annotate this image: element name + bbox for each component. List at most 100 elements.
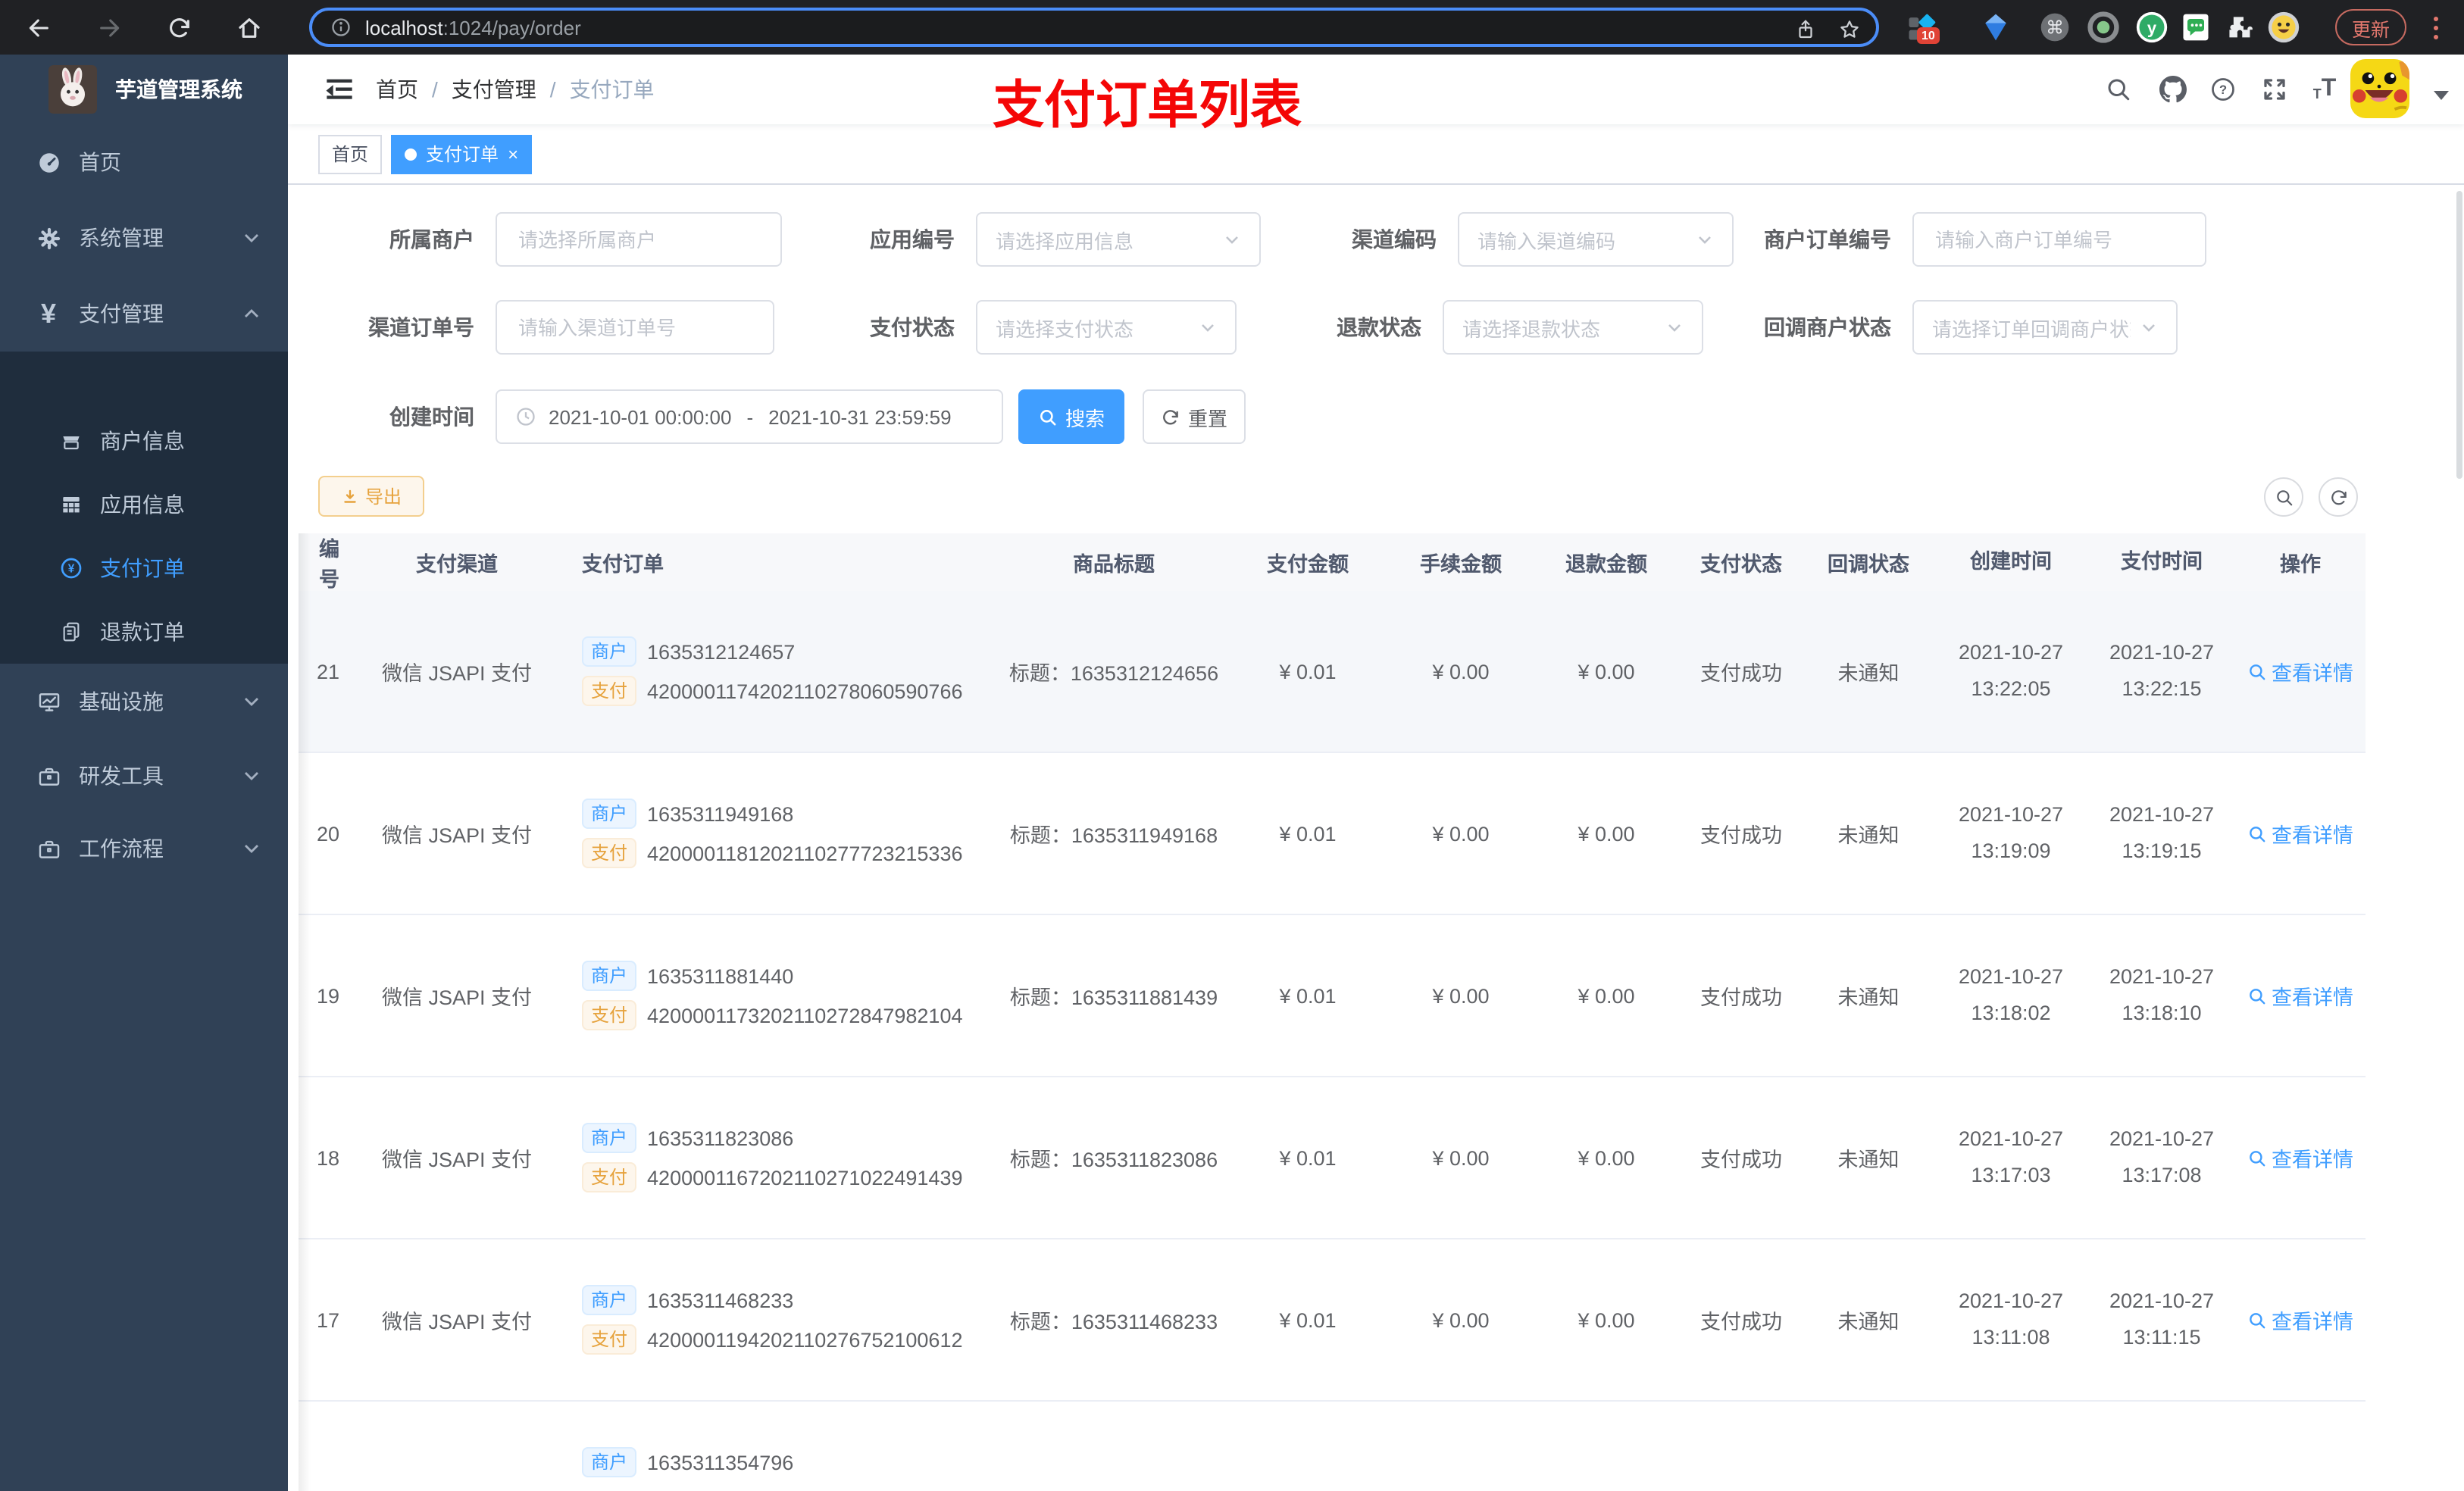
avatar-caret-icon[interactable] bbox=[2434, 91, 2449, 100]
user-avatar[interactable] bbox=[2350, 59, 2409, 118]
sidebar-item-pay-order[interactable]: ¥ 支付订单 bbox=[0, 536, 288, 600]
extension-tasks-icon[interactable]: 10 bbox=[1902, 8, 1941, 47]
toggle-search-button[interactable] bbox=[2264, 477, 2303, 517]
browser-back-icon[interactable] bbox=[20, 9, 56, 45]
browser-reload-icon[interactable] bbox=[161, 9, 197, 45]
extension-chat-icon[interactable] bbox=[2176, 8, 2215, 47]
share-icon[interactable] bbox=[1794, 17, 1817, 40]
site-info-icon[interactable] bbox=[330, 17, 352, 38]
cell-create-time: 2021-10-27 13:17:03 bbox=[1958, 1127, 2064, 1186]
sidebar-item-workflow[interactable]: 工作流程 bbox=[0, 812, 288, 885]
extension-badge: 10 bbox=[1917, 27, 1940, 44]
pay-status-select[interactable]: 请选择支付状态 bbox=[976, 300, 1237, 355]
extension-yudao-icon[interactable]: y bbox=[2132, 8, 2172, 47]
sidebar-item-home[interactable]: 首页 bbox=[0, 124, 288, 200]
cell-create-time: 2021-10-27 13:22:05 bbox=[1958, 640, 2064, 700]
page-scrollbar[interactable] bbox=[2456, 191, 2462, 479]
browser-extensions-puzzle-icon[interactable] bbox=[2220, 8, 2259, 47]
breadcrumb-payment[interactable]: 支付管理 bbox=[452, 74, 536, 105]
cell-pay-time: 2021-10-27 13:19:15 bbox=[2109, 802, 2215, 862]
cell-pay-status: 支付成功 bbox=[1700, 1149, 1782, 1171]
sidebar-logo[interactable]: 芋道管理系统 bbox=[0, 55, 288, 124]
sidebar-item-merchant-info[interactable]: 商户信息 bbox=[0, 409, 288, 473]
cell-action: 查看详情 bbox=[2235, 1305, 2366, 1335]
cell-order-numbers: 商户 1635311881440 支付 42000011732021102728… bbox=[568, 952, 1000, 1039]
search-button[interactable]: 搜索 bbox=[1018, 389, 1124, 444]
svg-text:⌘: ⌘ bbox=[2046, 17, 2064, 38]
cell-id: 17 bbox=[316, 1308, 339, 1331]
main-area: 首页 / 支付管理 / 支付订单 支付订单列表 ? T T 首页 支付订单 × … bbox=[288, 55, 2464, 1491]
search-icon bbox=[2250, 1150, 2265, 1166]
cell-pay-time: 2021-10-27 13:22:15 bbox=[2109, 640, 2215, 700]
sidebar-item-infrastructure[interactable]: 基础设施 bbox=[0, 664, 288, 739]
cell-notify-status: 未通知 bbox=[1837, 824, 1900, 847]
search-icon bbox=[2250, 1312, 2265, 1328]
merchant-tag: 商户 bbox=[582, 1123, 637, 1153]
bookmark-star-icon[interactable] bbox=[1838, 17, 1861, 40]
sidebar-item-dev-tools[interactable]: 研发工具 bbox=[0, 739, 288, 812]
breadcrumb-home[interactable]: 首页 bbox=[376, 74, 418, 105]
navbar: 首页 / 支付管理 / 支付订单 支付订单列表 ? T T bbox=[288, 55, 2464, 135]
cell-pay-status: 支付成功 bbox=[1700, 986, 1782, 1009]
export-button[interactable]: 导出 bbox=[318, 476, 424, 517]
chevron-down-icon bbox=[245, 772, 258, 780]
browser-update-button[interactable]: 更新 bbox=[2335, 9, 2407, 45]
refund-status-select[interactable]: 请选择退款状态 bbox=[1443, 300, 1703, 355]
tab-pay-order[interactable]: 支付订单 × bbox=[391, 134, 533, 173]
view-detail-link[interactable]: 查看详情 bbox=[2247, 980, 2353, 1011]
merchant-order-no-input[interactable] bbox=[1912, 212, 2206, 267]
notify-status-select[interactable]: 请选择订单回调商户状态 bbox=[1912, 300, 2178, 355]
cell-amount: ¥ 0.01 bbox=[1279, 984, 1337, 1007]
extension-sketch-icon[interactable] bbox=[1976, 8, 2015, 47]
search-icon bbox=[1040, 409, 1056, 425]
sidebar-item-payment[interactable]: ¥ 支付管理 bbox=[0, 276, 288, 352]
cell-title: 标题：1635311468233 bbox=[1009, 1311, 1218, 1333]
table-row: 20 微信 JSAPI 支付 商户 1635311949168 支付 42000… bbox=[299, 753, 2366, 915]
browser-menu-kebab-icon[interactable] bbox=[2425, 11, 2446, 44]
browser-forward-icon[interactable] bbox=[91, 9, 127, 45]
pay-order-icon: ¥ bbox=[55, 552, 88, 585]
address-bar[interactable]: localhost:1024/pay/order bbox=[309, 8, 1879, 47]
reset-button[interactable]: 重置 bbox=[1143, 389, 1246, 444]
view-detail-link[interactable]: 查看详情 bbox=[2247, 1142, 2353, 1173]
toolbox-icon bbox=[30, 830, 67, 867]
extension-command-icon[interactable]: ⌘ bbox=[2035, 8, 2075, 47]
sidebar-item-refund-order[interactable]: 退款订单 bbox=[0, 600, 288, 664]
channel-code-select[interactable]: 请输入渠道编码 bbox=[1458, 212, 1734, 267]
search-icon bbox=[2250, 988, 2265, 1004]
gear-icon bbox=[30, 220, 67, 256]
pay-tag: 支付 bbox=[582, 1000, 637, 1030]
cell-title: 标题：1635312124656 bbox=[1008, 662, 1219, 685]
tab-home[interactable]: 首页 bbox=[318, 134, 383, 173]
sidebar-item-app-info[interactable]: 应用信息 bbox=[0, 473, 288, 536]
tab-close-icon[interactable]: × bbox=[508, 145, 518, 163]
create-time-range-picker[interactable]: 2021-10-01 00:00:00 - 2021-10-31 23:59:5… bbox=[496, 389, 1003, 444]
cell-create-time: 2021-10-27 13:11:08 bbox=[1958, 1289, 2064, 1349]
fullscreen-icon[interactable] bbox=[2258, 73, 2291, 106]
header-search-icon[interactable] bbox=[2102, 73, 2135, 106]
cell-id: 18 bbox=[316, 1146, 339, 1169]
table-row: 21 微信 JSAPI 支付 商户 1635312124657 支付 42000… bbox=[299, 591, 2366, 753]
yen-icon: ¥ bbox=[40, 298, 56, 328]
browser-profile-avatar[interactable] bbox=[2264, 8, 2303, 47]
font-size-icon[interactable]: TT bbox=[2308, 73, 2341, 106]
view-detail-link[interactable]: 查看详情 bbox=[2247, 656, 2353, 686]
cell-amount: ¥ 0.01 bbox=[1279, 1146, 1337, 1169]
cell-title: 标题：1635311881439 bbox=[1009, 986, 1218, 1009]
browser-toolbar: localhost:1024/pay/order 10 ⌘ y 更新 bbox=[0, 0, 2464, 55]
filter-label-merchant: 所属商户 bbox=[389, 227, 474, 252]
sidebar-collapse-icon[interactable] bbox=[324, 74, 355, 105]
refresh-table-button[interactable] bbox=[2319, 477, 2358, 517]
browser-home-icon[interactable] bbox=[230, 9, 267, 45]
cell-pay-status: 支付成功 bbox=[1700, 1311, 1782, 1333]
view-detail-link[interactable]: 查看详情 bbox=[2247, 818, 2353, 849]
app-id-select[interactable]: 请选择应用信息 bbox=[976, 212, 1261, 267]
sidebar-item-system[interactable]: 系统管理 bbox=[0, 200, 288, 276]
merchant-input[interactable] bbox=[496, 212, 782, 267]
view-detail-link[interactable]: 查看详情 bbox=[2247, 1305, 2353, 1335]
github-icon[interactable] bbox=[2156, 73, 2190, 106]
channel-order-no-input[interactable] bbox=[496, 300, 774, 355]
extension-recorder-icon[interactable] bbox=[2084, 8, 2123, 47]
help-icon[interactable]: ? bbox=[2206, 73, 2240, 106]
merchant-tag: 商户 bbox=[582, 1285, 637, 1315]
